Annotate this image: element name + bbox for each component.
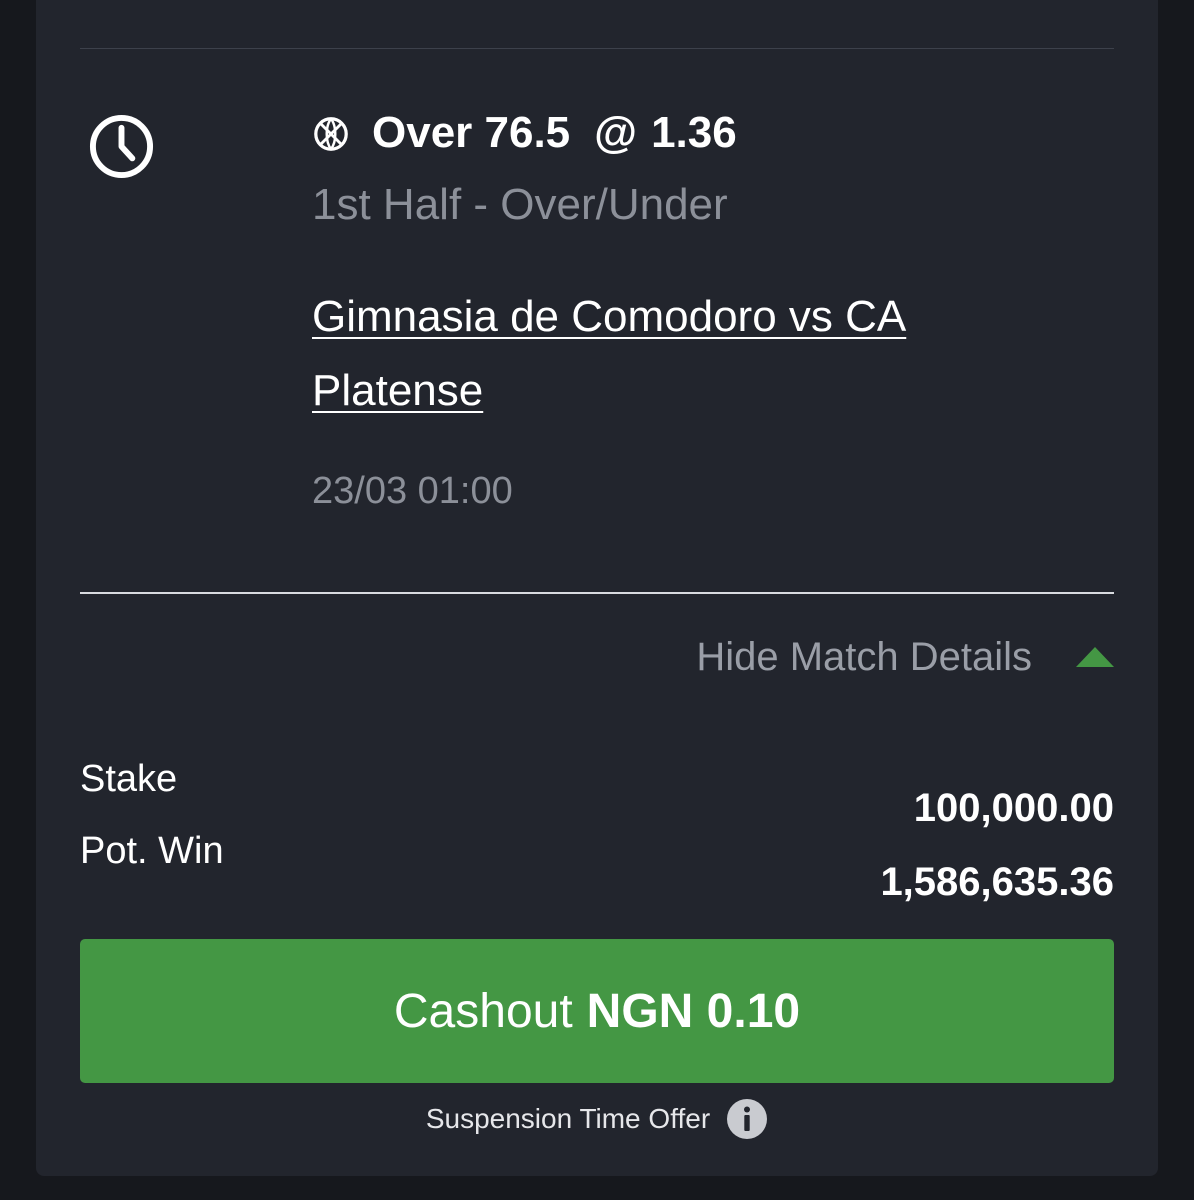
clock-icon bbox=[89, 114, 154, 179]
match-datetime: 23/03 01:00 bbox=[312, 470, 513, 512]
info-icon[interactable] bbox=[726, 1098, 768, 1140]
toggle-label: Hide Match Details bbox=[696, 634, 1032, 679]
stake-label: Stake bbox=[80, 758, 178, 800]
top-divider bbox=[80, 48, 1114, 49]
hide-match-details-toggle[interactable]: Hide Match Details bbox=[696, 630, 1114, 684]
selection-line: Over 76.5 @ 1.36 bbox=[312, 105, 737, 161]
selection-text: Over 76.5 bbox=[372, 108, 571, 157]
details-divider bbox=[80, 592, 1114, 594]
odds-value: 1.36 bbox=[651, 108, 737, 157]
cashout-label: Cashout bbox=[393, 984, 573, 1038]
potential-win-label: Pot. Win bbox=[80, 830, 224, 872]
odds-at-symbol: @ bbox=[594, 108, 638, 157]
potential-win-value: 1,586,635.36 bbox=[880, 860, 1114, 904]
basketball-icon bbox=[314, 117, 348, 151]
suspension-offer-row: Suspension Time Offer bbox=[0, 1098, 1194, 1140]
caret-up-icon bbox=[1076, 647, 1114, 667]
market-name: 1st Half - Over/Under bbox=[312, 180, 728, 229]
stake-value: 100,000.00 bbox=[913, 786, 1114, 830]
suspension-text: Suspension Time Offer bbox=[425, 1103, 711, 1134]
cashout-button[interactable]: Cashout NGN 0.10 bbox=[80, 939, 1114, 1083]
cashout-amount: NGN 0.10 bbox=[586, 984, 801, 1038]
match-link[interactable]: Gimnasia de Comodoro vs CA Platense bbox=[312, 280, 1032, 428]
